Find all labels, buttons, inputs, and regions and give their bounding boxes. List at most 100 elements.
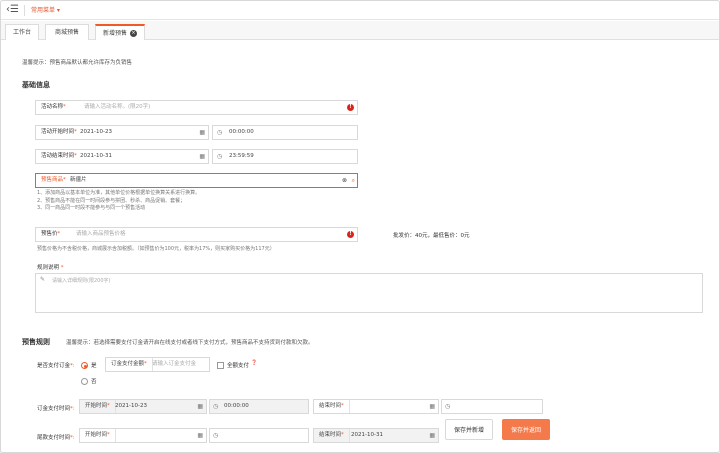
required-mark: * xyxy=(107,403,110,409)
note-line: 2、预售商品不能在同一时间段参与拼团、秒杀、商品促销、套餐； xyxy=(37,197,186,204)
field-label: 活动名称 xyxy=(41,101,66,114)
clock-icon: ◷ xyxy=(213,403,219,410)
deposit-time-label: 订金支付时间*: xyxy=(37,404,75,412)
field-label: 活动开始时间 xyxy=(41,126,77,139)
activity-name-field[interactable]: 活动名称 请输入活动名称。(限20字) ! xyxy=(35,100,358,115)
required-mark: * xyxy=(341,432,344,438)
price-note: 预售价格为不含税价格，商城展示含加税额。（如预售价为100元，税率为17%，则买… xyxy=(37,246,275,252)
balance-start-time-field[interactable]: ◷ xyxy=(209,428,309,443)
tab-mall-presale[interactable]: 商城预售 xyxy=(45,24,89,40)
deposit-start-time-field[interactable]: ◷ 00:00:00 xyxy=(209,399,309,414)
calendar-icon[interactable]: ▦ xyxy=(197,429,203,442)
section-title-presale: 预售规则 xyxy=(22,338,50,346)
field-label: 订金支付金额* xyxy=(106,358,153,371)
rules-label-text: 规则说明 xyxy=(37,265,60,271)
field-label: 开始时间* xyxy=(80,429,116,442)
field-label: 结束时间* xyxy=(314,429,350,442)
end-time-field[interactable]: ◷ 23:59:59 xyxy=(212,149,358,164)
balance-time-label: 尾款支付时间*: xyxy=(37,433,75,441)
field-value: 新疆片 xyxy=(70,177,87,183)
divider xyxy=(24,5,25,16)
top-bar: ‹☰ 常用菜单 ▾ xyxy=(1,1,719,20)
product-field[interactable]: 预售商品 新疆片 ⊗ ⌕ xyxy=(35,173,358,188)
tab-label: 工作台 xyxy=(12,29,31,36)
start-time-field[interactable]: ◷ 00:00:00 xyxy=(212,125,358,140)
placeholder: 请输入活动名称。(限20字) xyxy=(84,104,151,110)
required-mark: *: xyxy=(70,435,75,441)
tab-bar: 工作台 商城预售 新增预售 × xyxy=(1,21,719,40)
save-and-new-button[interactable]: 保存并新增 xyxy=(445,419,493,440)
top-tip: 温馨提示：预售商品默认都允许库存为负销售 xyxy=(22,60,133,66)
save-and-return-button[interactable]: 保存并返回 xyxy=(502,419,550,440)
common-menu-dropdown[interactable]: 常用菜单 ▾ xyxy=(31,5,60,16)
field-value: 2021-10-23 xyxy=(115,403,147,409)
search-icon[interactable]: ⌕ xyxy=(352,174,355,187)
field-label: 结束时间* xyxy=(314,400,350,413)
calendar-icon[interactable]: ▦ xyxy=(199,126,205,139)
note-line: 3、同一商品同一时段不能参与与同一个预售活动 xyxy=(37,205,146,211)
required-mark: *: xyxy=(70,406,75,412)
menu-collapse-icon[interactable]: ‹☰ xyxy=(6,4,20,16)
placeholder: 请输入详细规则(限200字) xyxy=(52,278,111,284)
start-date-field[interactable]: 活动开始时间 2021-10-23 ▦ xyxy=(35,125,209,140)
deposit-amount-field[interactable]: 订金支付金额* 请输入订金支付金 xyxy=(105,357,210,372)
label-text: 结束时间 xyxy=(319,403,342,409)
balance-end-date-field[interactable]: 结束时间* 2021-10-31 ▦ xyxy=(313,428,439,443)
balance-start-date-field[interactable]: 开始时间* ▦ xyxy=(79,428,207,443)
presale-tip: 温馨提示：若选择需要支付订金请开启在线支付或者线下支付方式，预售商品不支持货到付… xyxy=(66,340,314,346)
radio-yes-label: 是 xyxy=(91,363,97,369)
rules-textarea[interactable]: ✎ 请输入详细规则(限200字) xyxy=(35,273,703,313)
field-label: 活动结束时间 xyxy=(41,150,77,163)
deposit-start-date-field[interactable]: 开始时间* 2021-10-23 ▦ xyxy=(79,399,207,414)
radio-yes[interactable] xyxy=(81,362,88,369)
price-info: 批发价：40元，最低售价：0元 xyxy=(393,233,470,239)
placeholder: 请输入商品预售价格 xyxy=(76,231,126,237)
placeholder: 请输入订金支付金 xyxy=(152,361,197,367)
window: ‹☰ 常用菜单 ▾ 工作台 商城预售 新增预售 × 温馨提示：预售商品默认都允许库… xyxy=(0,0,720,453)
tab-label: 商城预售 xyxy=(54,29,79,36)
deposit-end-time-field[interactable]: ◷ xyxy=(441,399,543,414)
deposit-question-label: 是否支付订金*: xyxy=(37,361,75,369)
field-value: 23:59:59 xyxy=(229,153,254,159)
field-value: 2021-10-31 xyxy=(351,432,383,438)
end-date-field[interactable]: 活动结束时间 2021-10-31 ▦ xyxy=(35,149,209,164)
rules-label: 规则说明 * xyxy=(37,263,64,271)
radio-no-label: 否 xyxy=(91,379,97,385)
label-text: 订金支付时间 xyxy=(37,406,71,412)
clock-icon: ◷ xyxy=(217,153,223,160)
clock-icon: ◷ xyxy=(213,432,219,439)
calendar-icon[interactable]: ▦ xyxy=(197,400,203,413)
label-text: 订金支付金额 xyxy=(111,361,145,367)
tab-new-presale[interactable]: 新增预售 × xyxy=(95,24,145,40)
label-text: 开始时间 xyxy=(85,403,108,409)
calendar-icon[interactable]: ▦ xyxy=(429,429,435,442)
field-value: 2021-10-31 xyxy=(80,153,112,159)
calendar-icon[interactable]: ▦ xyxy=(429,400,435,413)
label-text: 是否支付订金 xyxy=(37,363,71,369)
full-payment-checkbox[interactable] xyxy=(217,362,224,369)
field-label: 预售商品 xyxy=(41,174,66,187)
error-icon: ! xyxy=(347,231,354,238)
clock-icon: ◷ xyxy=(217,129,223,136)
required-mark: * xyxy=(341,403,344,409)
note-line: 1、添加商品以基本单位为准，其他单位价格根据单位换算关系进行换算。 xyxy=(37,190,201,196)
tab-workbench[interactable]: 工作台 xyxy=(5,24,39,40)
radio-no[interactable] xyxy=(81,378,88,385)
help-icon[interactable]: ❓ xyxy=(251,360,257,366)
tab-label: 新增预售 xyxy=(102,30,127,37)
section-title-basic: 基础信息 xyxy=(22,81,50,89)
required-mark: *: xyxy=(70,363,75,369)
clock-icon: ◷ xyxy=(445,403,451,410)
calendar-icon[interactable]: ▦ xyxy=(199,150,205,163)
field-value: 00:00:00 xyxy=(224,403,249,409)
pencil-icon: ✎ xyxy=(40,276,46,283)
full-payment-label: 全额支付 xyxy=(227,363,250,369)
label-text: 尾款支付时间 xyxy=(37,435,71,441)
field-label: 开始时间* xyxy=(80,400,116,413)
deposit-end-date-field[interactable]: 结束时间* ▦ xyxy=(313,399,439,414)
clear-icon[interactable]: ⊗ xyxy=(342,174,347,187)
close-icon[interactable]: × xyxy=(130,30,137,37)
presale-price-field[interactable]: 预售价 请输入商品预售价格 ! xyxy=(35,227,358,242)
field-value: 2021-10-23 xyxy=(80,129,112,135)
required-mark: * xyxy=(59,265,64,271)
